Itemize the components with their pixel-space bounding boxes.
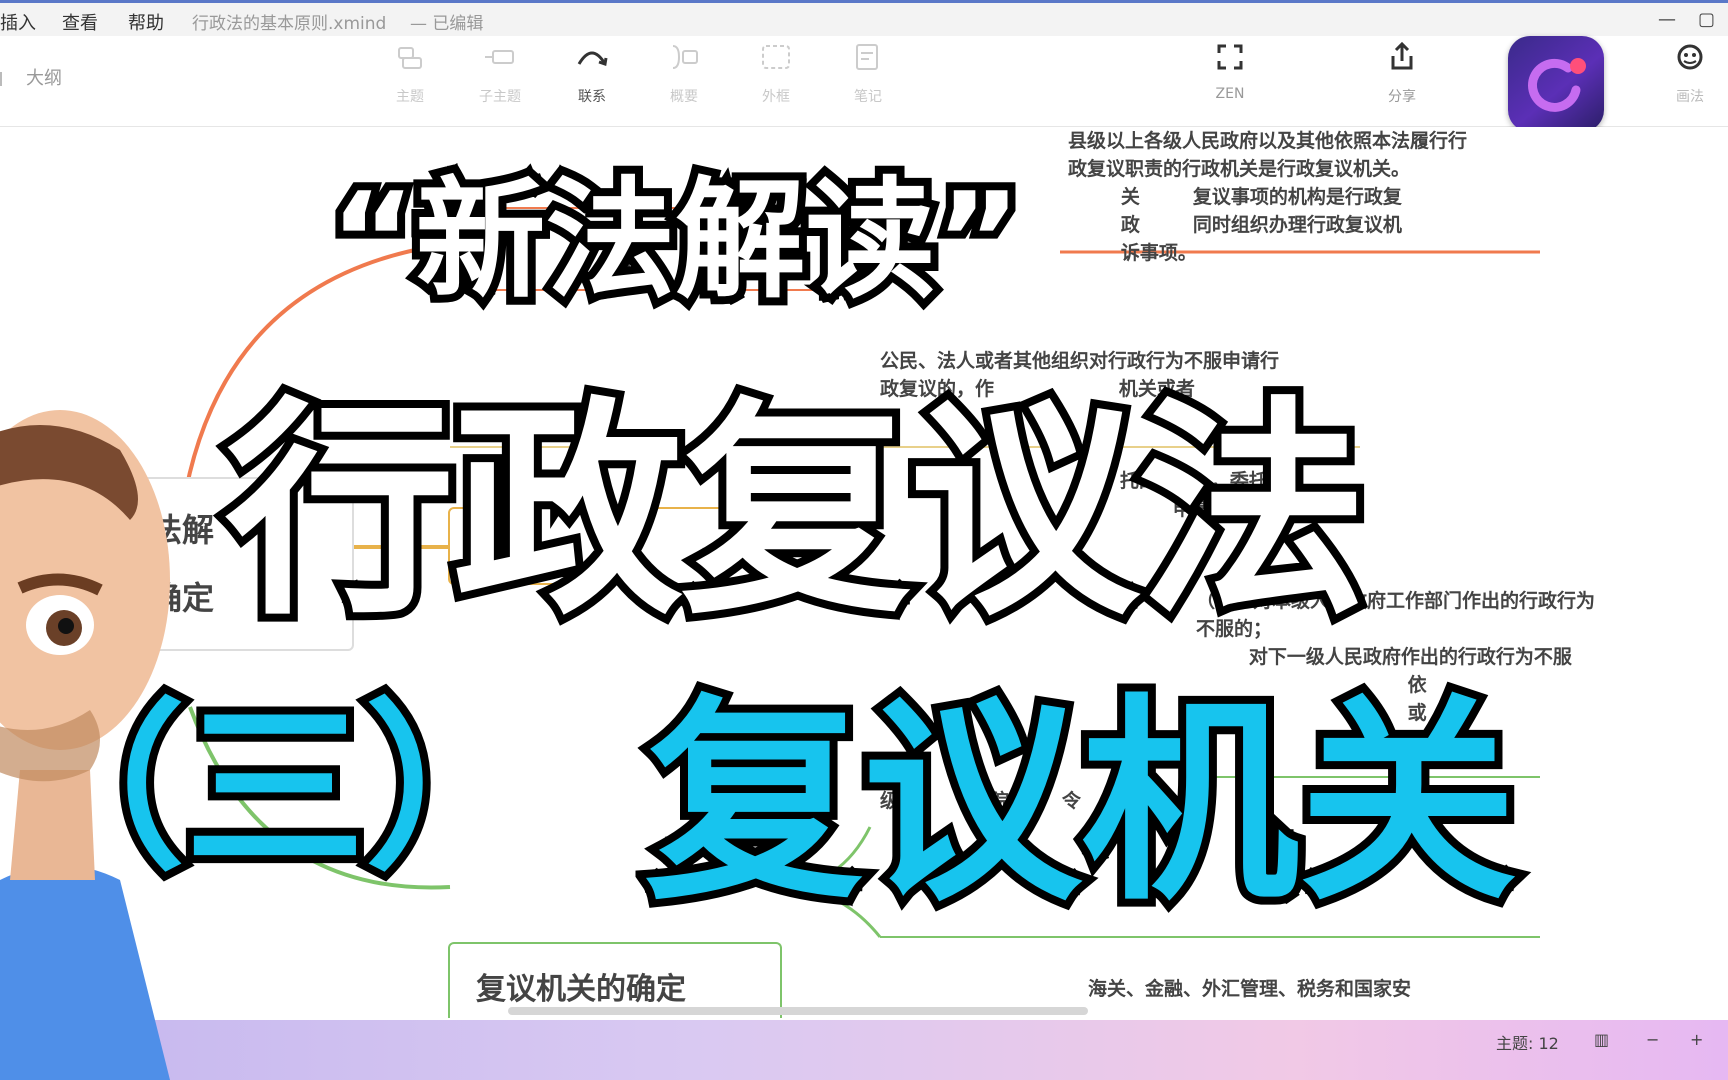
status-bar [0, 1020, 1728, 1080]
relationship-label: 联系 [578, 89, 606, 105]
subtopic-icon [485, 50, 514, 64]
node-text: 海关、金融、外汇管理、税务和国家安 [1088, 978, 1412, 1000]
sidebar-toggle-icon [0, 72, 12, 86]
node-reconsideration-organ[interactable]: 县级以上各级人民政府以及其他依照本法履行行 政复议职责的行政机关是行政复议机关。… [1068, 127, 1467, 267]
zoom-out-icon[interactable]: − [1646, 1030, 1659, 1049]
format-button[interactable]: 画法 [1650, 40, 1728, 106]
boundary-button[interactable]: 外框 [736, 40, 816, 106]
overlay-title-line2: 行政复议法 [217, 379, 1375, 646]
summary-label: 概要 [670, 89, 698, 105]
menu-insert[interactable]: 插入 [0, 9, 36, 35]
overlay-title-line1: “新法解读” [322, 164, 1029, 316]
recorder-logo-icon [1528, 58, 1586, 112]
topic-organ-determination-text: 复议机关的确定 [476, 972, 686, 1007]
outline-label: 大纲 [26, 68, 62, 89]
boundary-icon [762, 45, 790, 69]
document-title: 行政法的基本原则.xmind [192, 14, 387, 34]
zen-label: ZEN [1215, 86, 1245, 102]
format-icon [1677, 44, 1703, 70]
summary-button[interactable]: 概要 [644, 40, 724, 106]
toolbar: 大纲 主题 子主题 联系 概要 外框 笔记 ZEN 分享 画法 [0, 36, 1728, 127]
topic-icon [398, 47, 422, 69]
share-icon [1391, 41, 1413, 70]
overlay-title-number: （三） [0, 685, 553, 894]
outline-tab[interactable]: 大纲 [0, 64, 62, 90]
share-label: 分享 [1388, 89, 1416, 105]
zen-button[interactable]: ZEN [1190, 40, 1270, 102]
topic-label: 主题 [396, 89, 424, 105]
summary-icon [672, 45, 698, 69]
relationship-button[interactable]: 联系 [552, 40, 632, 106]
topic-count: 主题: 12 [1496, 1034, 1559, 1053]
maximize-icon[interactable]: ▢ [1698, 9, 1715, 30]
subtopic-button[interactable]: 子主题 [460, 40, 540, 106]
map-view-icon[interactable]: ▥ [1594, 1030, 1609, 1049]
menubar: 插入 查看 帮助 行政法的基本原则.xmind — 已编辑 — ▢ [0, 0, 1728, 36]
note-icon [856, 44, 878, 70]
note-label: 笔记 [854, 89, 882, 105]
recorder-app-icon[interactable] [1508, 36, 1604, 132]
fullscreen-icon [1217, 44, 1243, 70]
zoom-in-icon[interactable]: + [1690, 1030, 1703, 1049]
horizontal-scrollbar[interactable] [508, 1007, 1088, 1015]
menu-help[interactable]: 帮助 [128, 9, 164, 35]
format-label: 画法 [1676, 89, 1704, 105]
minimize-icon[interactable]: — [1658, 9, 1676, 30]
topic-button[interactable]: 主题 [370, 40, 450, 106]
node-text: 县级以上各级人民政府以及其他依照本法履行行 政复议职责的行政机关是行政复议机关。… [1068, 130, 1468, 264]
boundary-label: 外框 [762, 89, 790, 105]
menu-view[interactable]: 查看 [62, 9, 98, 35]
note-button[interactable]: 笔记 [828, 40, 908, 106]
node-customs[interactable]: 海关、金融、外汇管理、税务和国家安 [1088, 975, 1411, 1003]
relationship-icon [577, 51, 608, 66]
overlay-title-subject: 复议机关 [637, 677, 1525, 930]
subtopic-label: 子主题 [479, 89, 521, 105]
document-status: — 已编辑 [410, 14, 484, 34]
share-button[interactable]: 分享 [1362, 40, 1442, 106]
